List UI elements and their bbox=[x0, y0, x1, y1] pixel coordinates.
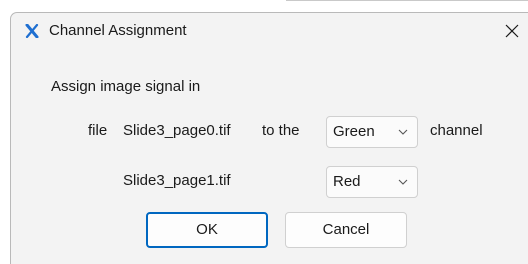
close-icon bbox=[505, 24, 519, 38]
chevron-down-icon bbox=[398, 179, 408, 185]
chevron-down-icon bbox=[398, 129, 408, 135]
background-window-border bbox=[286, 0, 528, 1]
x-logo-icon bbox=[25, 24, 39, 38]
channel-select-value: Red bbox=[333, 173, 361, 190]
channel-select-1[interactable]: Red bbox=[326, 166, 418, 198]
channel-select-0[interactable]: Green bbox=[326, 116, 418, 148]
dialog-title: Channel Assignment bbox=[49, 22, 187, 39]
channel-select-value: Green bbox=[333, 123, 375, 140]
filename-label: Slide3_page1.tif bbox=[123, 172, 231, 189]
background-window bbox=[0, 0, 528, 12]
cancel-button[interactable]: Cancel bbox=[285, 212, 407, 248]
ok-button[interactable]: OK bbox=[146, 212, 268, 248]
filename-label: Slide3_page0.tif bbox=[123, 122, 231, 139]
instruction-text: Assign image signal in bbox=[51, 78, 201, 95]
title-bar[interactable]: Channel Assignment bbox=[11, 13, 528, 49]
to-the-label: to the bbox=[262, 122, 300, 139]
file-label: file bbox=[88, 122, 108, 139]
channel-label: channel bbox=[430, 122, 483, 139]
close-button[interactable] bbox=[500, 19, 524, 43]
channel-assignment-dialog: Channel Assignment Assign image signal i… bbox=[10, 12, 528, 264]
